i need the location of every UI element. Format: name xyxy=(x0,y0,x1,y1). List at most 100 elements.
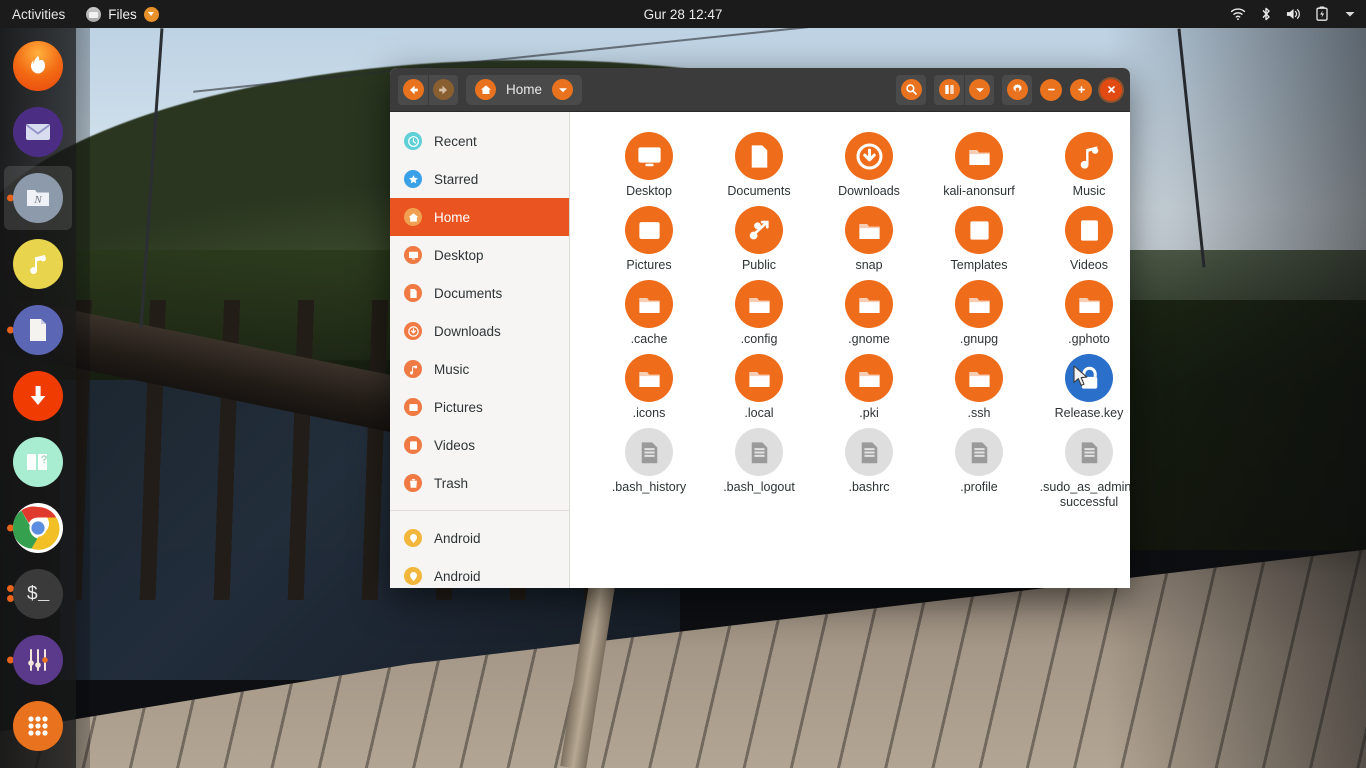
wifi-icon[interactable] xyxy=(1230,6,1246,22)
file-item[interactable]: Public xyxy=(704,200,814,274)
forward-button[interactable] xyxy=(428,74,458,105)
file-item[interactable]: .config xyxy=(704,274,814,348)
file-item[interactable]: .bashrc xyxy=(814,422,924,496)
file-item[interactable]: Desktop xyxy=(594,126,704,200)
sidebar-item-trash[interactable]: Trash xyxy=(390,464,569,502)
file-item[interactable]: Pictures xyxy=(594,200,704,274)
sidebar-item-videos[interactable]: Videos xyxy=(390,426,569,464)
file-item-label: .icons xyxy=(632,406,666,420)
file-item-label: .local xyxy=(744,406,774,420)
sidebar-item-music[interactable]: Music xyxy=(390,350,569,388)
dock-item-software-updater[interactable] xyxy=(4,364,72,428)
file-item[interactable]: .sudo_as_admin_successful xyxy=(1034,422,1130,509)
dock: N ? $_ xyxy=(0,28,76,768)
file-item[interactable]: .local xyxy=(704,348,814,422)
file-item-label: .gphoto xyxy=(1068,332,1110,346)
sidebar-device-android-2[interactable]: Android xyxy=(390,557,569,588)
dock-item-show-applications[interactable] xyxy=(4,694,72,758)
sidebar-item-recent[interactable]: Recent xyxy=(390,122,569,160)
chevron-down-icon[interactable] xyxy=(1342,6,1358,22)
file-item[interactable]: .profile xyxy=(924,422,1034,496)
files-window[interactable]: Home Recent Starred Home Desktop Documen… xyxy=(390,68,1130,588)
folder-icon xyxy=(955,354,1003,402)
path-breadcrumb-home[interactable]: Home xyxy=(466,74,583,105)
dock-item-files[interactable]: N xyxy=(4,166,72,230)
dock-item-thunderbird[interactable] xyxy=(4,100,72,164)
activities-button[interactable]: Activities xyxy=(0,7,78,22)
grid-dots-icon xyxy=(13,701,63,751)
places-sidebar[interactable]: Recent Starred Home Desktop Documents Downloa… xyxy=(390,112,570,588)
dock-item-help[interactable]: ? xyxy=(4,430,72,494)
sidebar-item-label: Trash xyxy=(434,475,469,491)
folder-icon xyxy=(955,132,1003,180)
dock-item-libreoffice-writer[interactable] xyxy=(4,298,72,362)
view-options-button[interactable] xyxy=(964,74,994,105)
file-item[interactable]: .gphoto xyxy=(1034,274,1130,348)
volume-icon[interactable] xyxy=(1286,6,1302,22)
window-headerbar: Home xyxy=(390,68,1130,112)
file-item-label: snap xyxy=(855,258,883,272)
sidebar-item-downloads[interactable]: Downloads xyxy=(390,312,569,350)
dock-item-firefox[interactable] xyxy=(4,34,72,98)
file-item[interactable]: Music xyxy=(1034,126,1130,200)
music-note-icon xyxy=(13,239,63,289)
files-icon: N xyxy=(13,173,63,223)
file-item[interactable]: .bash_history xyxy=(594,422,704,496)
sidebar-item-label: Recent xyxy=(434,133,477,149)
home-icon xyxy=(475,79,496,100)
dock-item-rhythmbox[interactable] xyxy=(4,232,72,296)
app-menu-files[interactable]: Files xyxy=(78,6,167,22)
chevron-down-icon[interactable] xyxy=(143,6,159,22)
dock-item-settings[interactable] xyxy=(4,628,72,692)
file-item[interactable]: Videos xyxy=(1034,200,1130,274)
maximize-button[interactable] xyxy=(1070,78,1092,101)
view-mode-button[interactable] xyxy=(934,74,964,105)
lock-key-icon xyxy=(1065,354,1113,402)
sidebar-item-pictures[interactable]: Pictures xyxy=(390,388,569,426)
search-icon xyxy=(900,79,922,100)
sidebar-item-starred[interactable]: Starred xyxy=(390,160,569,198)
forward-icon xyxy=(433,79,454,100)
picture-icon xyxy=(404,398,422,416)
chevron-down-icon[interactable] xyxy=(552,79,574,100)
file-item[interactable]: .gnome xyxy=(814,274,924,348)
text-file-icon xyxy=(625,428,673,476)
file-item[interactable]: Templates xyxy=(924,200,1034,274)
back-button[interactable] xyxy=(398,74,428,105)
chevron-down-icon xyxy=(969,79,990,100)
file-item[interactable]: .gnupg xyxy=(924,274,1034,348)
file-item[interactable]: Documents xyxy=(704,126,814,200)
dock-item-chrome[interactable] xyxy=(4,496,72,560)
sidebar-item-home[interactable]: Home xyxy=(390,198,569,236)
sidebar-item-desktop[interactable]: Desktop xyxy=(390,236,569,274)
sidebar-separator xyxy=(390,510,569,511)
file-item[interactable]: Downloads xyxy=(814,126,924,200)
file-item[interactable]: .bash_logout xyxy=(704,422,814,496)
file-item[interactable]: snap xyxy=(814,200,924,274)
file-item-label: Music xyxy=(1072,184,1106,198)
view-button-group xyxy=(934,74,994,105)
file-list-area[interactable]: Desktop Documents Downloads kali-anonsurf Mu… xyxy=(570,112,1130,588)
picture-icon xyxy=(625,206,673,254)
file-item-label: .bash_history xyxy=(611,480,687,494)
dock-item-terminal[interactable]: $_ xyxy=(4,562,72,626)
sidebar-device-android-1[interactable]: Android xyxy=(390,519,569,557)
file-item[interactable]: .cache xyxy=(594,274,704,348)
headerbar-right xyxy=(896,74,1122,105)
sidebar-item-documents[interactable]: Documents xyxy=(390,274,569,312)
clock[interactable]: Gur 28 12:47 xyxy=(0,7,1366,22)
search-button[interactable] xyxy=(896,74,926,105)
main-menu-button[interactable] xyxy=(1002,74,1032,105)
file-item[interactable]: .pki xyxy=(814,348,924,422)
path-label: Home xyxy=(506,82,543,97)
battery-icon[interactable] xyxy=(1314,6,1330,22)
file-item[interactable]: Release.key xyxy=(1034,348,1130,422)
bluetooth-icon[interactable] xyxy=(1258,6,1274,22)
folder-icon xyxy=(1065,280,1113,328)
file-item[interactable]: .ssh xyxy=(924,348,1034,422)
minimize-button[interactable] xyxy=(1040,78,1062,101)
file-item[interactable]: .icons xyxy=(594,348,704,422)
file-item[interactable]: kali-anonsurf xyxy=(924,126,1034,200)
close-button[interactable] xyxy=(1100,78,1122,101)
firefox-icon xyxy=(13,41,63,91)
